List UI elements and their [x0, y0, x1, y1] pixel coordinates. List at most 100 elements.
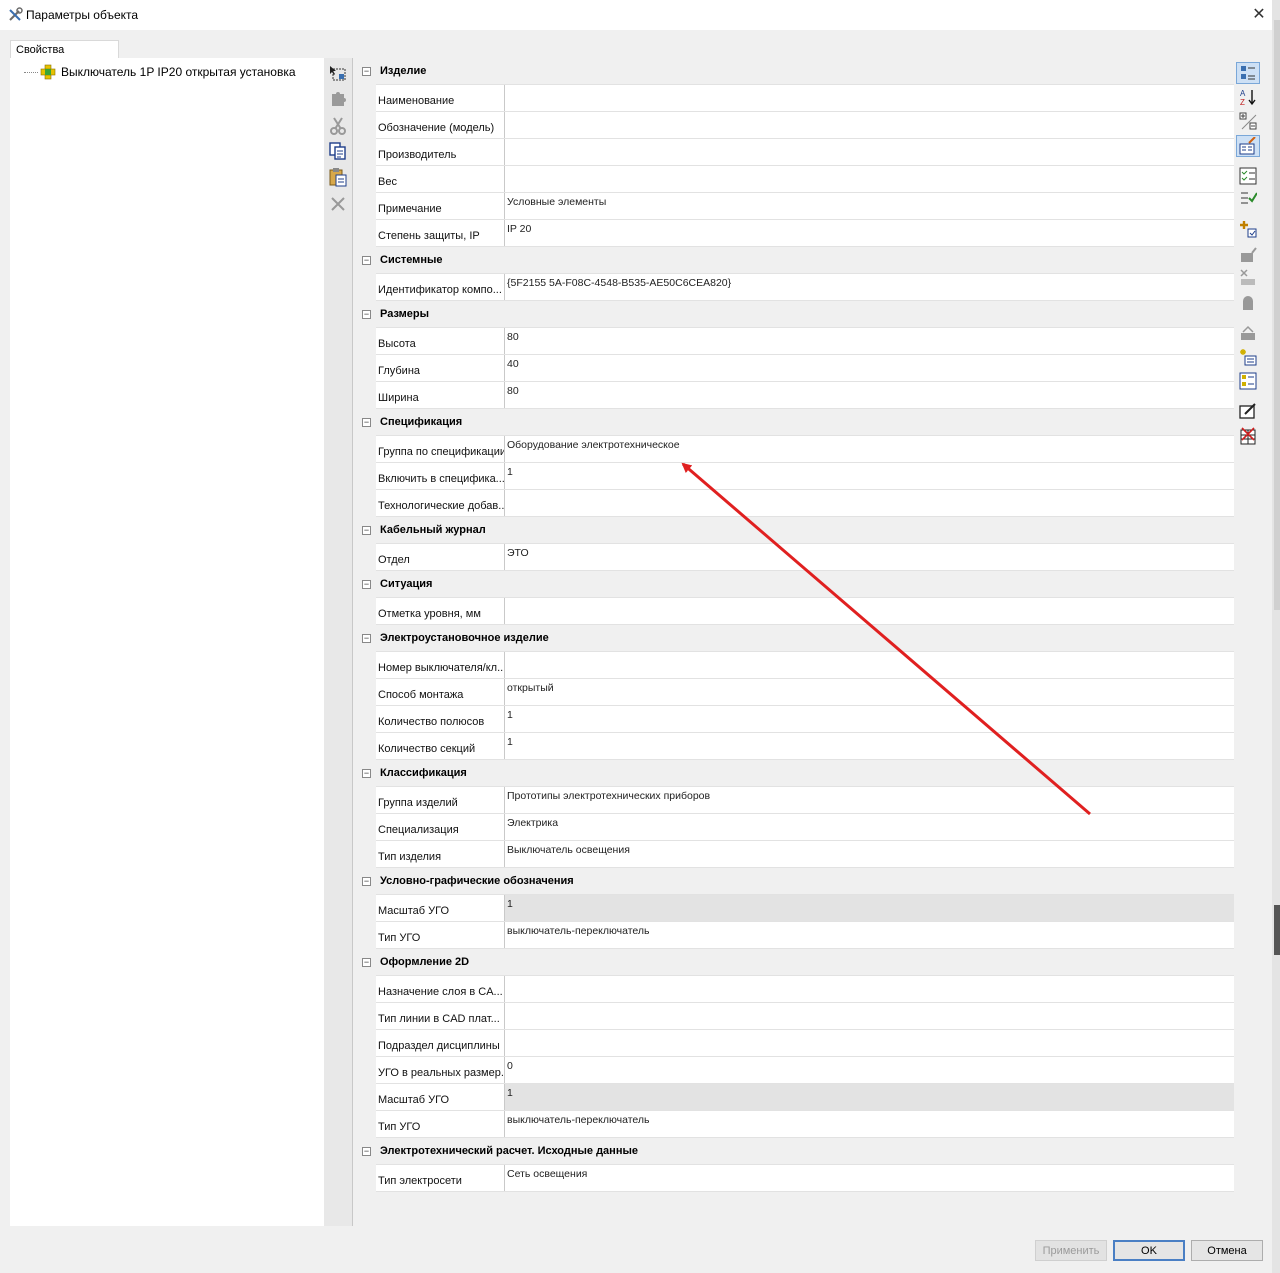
- property-row[interactable]: Количество полюсов 1: [376, 706, 1234, 733]
- property-row[interactable]: Масштаб УГО 1: [376, 895, 1234, 922]
- property-value[interactable]: [505, 652, 1234, 678]
- apply-button[interactable]: Применить: [1035, 1240, 1107, 1261]
- property-row[interactable]: Назначение слоя в CA...: [376, 976, 1234, 1003]
- property-value[interactable]: 1: [505, 706, 1234, 732]
- delete-table-icon[interactable]: [1236, 425, 1260, 447]
- property-row[interactable]: Тип УГО выключатель-переключатель: [376, 1111, 1234, 1138]
- property-row[interactable]: Отдел ЭТО: [376, 544, 1234, 571]
- property-row[interactable]: Специализация Электрика: [376, 814, 1234, 841]
- property-value[interactable]: открытый: [505, 679, 1234, 705]
- copy-icon[interactable]: [326, 139, 350, 163]
- sort-alpha-icon[interactable]: AZ: [1236, 86, 1260, 108]
- category-header[interactable]: Классификация: [376, 760, 1234, 787]
- paste-icon[interactable]: [326, 165, 350, 189]
- collapse-icon[interactable]: −: [362, 67, 371, 76]
- property-row[interactable]: Отметка уровня, мм: [376, 598, 1234, 625]
- property-row[interactable]: Тип изделия Выключатель освещения: [376, 841, 1234, 868]
- category-header[interactable]: Спецификация: [376, 409, 1234, 436]
- transfer-icon[interactable]: [1236, 322, 1260, 344]
- property-row[interactable]: Производитель: [376, 139, 1234, 166]
- property-row[interactable]: Ширина 80: [376, 382, 1234, 409]
- property-row[interactable]: Номер выключателя/кл...: [376, 652, 1234, 679]
- property-row[interactable]: Количество секций 1: [376, 733, 1234, 760]
- property-row[interactable]: Технологические добав...: [376, 490, 1234, 517]
- property-value[interactable]: [505, 976, 1234, 1002]
- property-value[interactable]: 1: [505, 463, 1234, 489]
- delete-icon[interactable]: [326, 192, 350, 216]
- property-value[interactable]: 80: [505, 382, 1234, 408]
- collapse-icon[interactable]: −: [362, 958, 371, 967]
- property-value[interactable]: Прототипы электротехнических приборов: [505, 787, 1234, 813]
- property-value[interactable]: выключатель-переключатель: [505, 1111, 1234, 1137]
- collapse-icon[interactable]: −: [362, 580, 371, 589]
- puzzle-icon[interactable]: [326, 86, 350, 110]
- expand-collapse-icon[interactable]: [1236, 110, 1260, 132]
- category-header[interactable]: Ситуация: [376, 571, 1234, 598]
- select-object-icon[interactable]: [326, 62, 350, 86]
- property-row[interactable]: Масштаб УГО 1: [376, 1084, 1234, 1111]
- property-value[interactable]: [505, 139, 1234, 165]
- property-value[interactable]: Сеть освещения: [505, 1165, 1234, 1191]
- collapse-icon[interactable]: −: [362, 769, 371, 778]
- property-value[interactable]: [505, 1003, 1234, 1029]
- category-header[interactable]: Размеры: [376, 301, 1234, 328]
- property-value[interactable]: 40: [505, 355, 1234, 381]
- collapse-icon[interactable]: −: [362, 256, 371, 265]
- category-header[interactable]: Изделие: [376, 58, 1234, 85]
- property-value[interactable]: [505, 166, 1234, 192]
- property-row[interactable]: Включить в специфика... 1: [376, 463, 1234, 490]
- add-parameter-icon[interactable]: [1236, 218, 1260, 240]
- remove-parameter-icon[interactable]: [1236, 266, 1260, 288]
- stamp-icon[interactable]: [1236, 244, 1260, 266]
- collapse-icon[interactable]: −: [362, 877, 371, 886]
- property-row[interactable]: Тип линии в CAD плат...: [376, 1003, 1234, 1030]
- property-value[interactable]: ЭТО: [505, 544, 1234, 570]
- property-row[interactable]: Тип электросети Сеть освещения: [376, 1165, 1234, 1192]
- collapse-icon[interactable]: −: [362, 526, 371, 535]
- property-value[interactable]: 1: [505, 733, 1234, 759]
- category-header[interactable]: Электротехнический расчет. Исходные данн…: [376, 1138, 1234, 1165]
- property-row[interactable]: Обозначение (модель): [376, 112, 1234, 139]
- property-row[interactable]: Наименование: [376, 85, 1234, 112]
- tree-item-switch[interactable]: Выключатель 1P IP20 открытая установка: [24, 63, 296, 81]
- collapse-icon[interactable]: −: [362, 418, 371, 427]
- property-row[interactable]: Глубина 40: [376, 355, 1234, 382]
- property-value[interactable]: [505, 112, 1234, 138]
- property-row[interactable]: Высота 80: [376, 328, 1234, 355]
- collapse-icon[interactable]: −: [362, 310, 371, 319]
- property-row[interactable]: Примечание Условные элементы: [376, 193, 1234, 220]
- property-value[interactable]: Условные элементы: [505, 193, 1234, 219]
- cancel-button[interactable]: Отмена: [1191, 1240, 1263, 1261]
- collapse-icon[interactable]: −: [362, 634, 371, 643]
- category-header[interactable]: Оформление 2D: [376, 949, 1234, 976]
- edit-form-icon[interactable]: [1236, 400, 1260, 422]
- property-value[interactable]: Электрика: [505, 814, 1234, 840]
- edit-properties-icon[interactable]: [1236, 135, 1260, 157]
- property-value[interactable]: Оборудование электротехническое: [505, 436, 1234, 462]
- cut-icon[interactable]: [326, 114, 350, 138]
- property-value[interactable]: 0: [505, 1057, 1234, 1083]
- bell-icon[interactable]: [1236, 292, 1260, 314]
- property-row[interactable]: УГО в реальных размер... 0: [376, 1057, 1234, 1084]
- new-list-icon[interactable]: [1236, 346, 1260, 368]
- property-row[interactable]: Тип УГО выключатель-переключатель: [376, 922, 1234, 949]
- property-value[interactable]: [505, 490, 1234, 516]
- property-row[interactable]: Подраздел дисциплины: [376, 1030, 1234, 1057]
- collapse-icon[interactable]: −: [362, 1147, 371, 1156]
- property-row[interactable]: Вес: [376, 166, 1234, 193]
- categorized-view-icon[interactable]: [1236, 62, 1260, 84]
- checklist-apply-icon[interactable]: [1236, 187, 1260, 209]
- property-value[interactable]: {5F2155 5A-F08C-4548-B535-AE50C6CEA820}: [505, 274, 1234, 300]
- tab-element-properties[interactable]: Свойства элемента: [10, 40, 119, 68]
- category-header[interactable]: Кабельный журнал: [376, 517, 1234, 544]
- list-edit-icon[interactable]: [1236, 370, 1260, 392]
- property-row[interactable]: Группа по спецификации Оборудование элект…: [376, 436, 1234, 463]
- category-header[interactable]: Системные: [376, 247, 1234, 274]
- category-header[interactable]: Условно-графические обозначения: [376, 868, 1234, 895]
- property-value[interactable]: выключатель-переключатель: [505, 922, 1234, 948]
- property-row[interactable]: Степень защиты, IP IP 20: [376, 220, 1234, 247]
- category-header[interactable]: Электроустановочное изделие: [376, 625, 1234, 652]
- ok-button[interactable]: OK: [1113, 1240, 1185, 1261]
- property-value[interactable]: Выключатель освещения: [505, 841, 1234, 867]
- checklist-icon[interactable]: [1236, 165, 1260, 187]
